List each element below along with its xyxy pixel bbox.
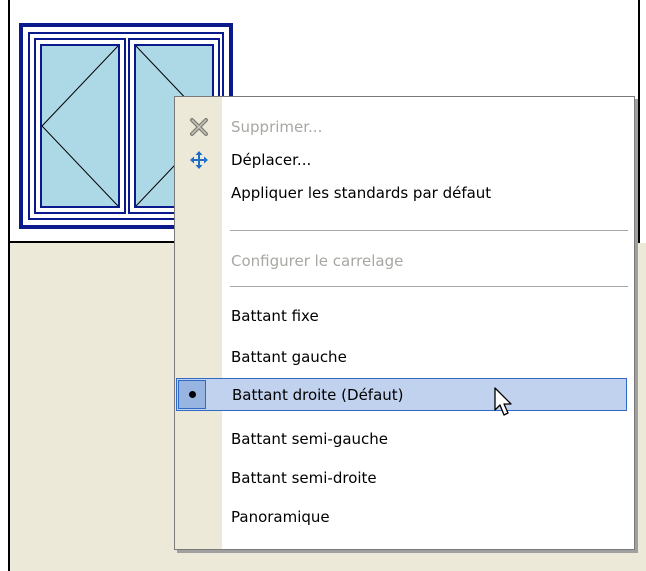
context-menu: Supprimer... Déplacer... Appliquer les s…	[174, 96, 635, 550]
menu-item-label: Battant fixe	[231, 307, 319, 325]
mouse-pointer-icon	[494, 387, 512, 416]
menu-item-configurer-carrelage[interactable]: Configurer le carrelage	[175, 244, 634, 277]
menu-item-label: Battant semi-droite	[231, 469, 377, 487]
menu-item-label: Battant semi-gauche	[231, 430, 389, 448]
left-opening-symbol	[42, 46, 118, 206]
menu-item-battant-fixe[interactable]: Battant fixe	[175, 299, 634, 332]
menu-item-panoramique[interactable]: Panoramique	[175, 500, 634, 533]
menu-item-label: Battant gauche	[231, 348, 347, 366]
menu-item-supprimer[interactable]: Supprimer...	[175, 110, 634, 143]
menu-item-label: Supprimer...	[231, 118, 323, 136]
menu-item-battant-semi-gauche[interactable]: Battant semi-gauche	[175, 422, 634, 455]
editor-frame-right	[638, 0, 640, 244]
menu-item-label: Appliquer les standards par défaut	[231, 184, 492, 202]
delete-x-icon	[189, 117, 209, 137]
menu-item-battant-droite[interactable]: Battant droite (Défaut)	[176, 378, 627, 416]
menu-separator	[230, 230, 628, 232]
menu-separator	[230, 286, 628, 288]
menu-item-label: Panoramique	[231, 508, 330, 526]
menu-item-label: Déplacer...	[231, 151, 312, 169]
move-arrows-icon	[189, 150, 209, 170]
menu-item-battant-gauche[interactable]: Battant gauche	[175, 340, 634, 373]
bullet-icon	[189, 391, 196, 398]
left-sash[interactable]	[34, 38, 126, 214]
menu-item-deplacer[interactable]: Déplacer...	[175, 143, 634, 176]
menu-item-label: Battant droite (Défaut)	[232, 386, 404, 404]
menu-item-label: Configurer le carrelage	[231, 252, 404, 270]
radio-check-indicator	[178, 380, 206, 409]
left-sash-glass	[40, 44, 120, 208]
menu-item-battant-semi-droite[interactable]: Battant semi-droite	[175, 461, 634, 494]
menu-item-appliquer-standards[interactable]: Appliquer les standards par défaut	[175, 176, 634, 209]
